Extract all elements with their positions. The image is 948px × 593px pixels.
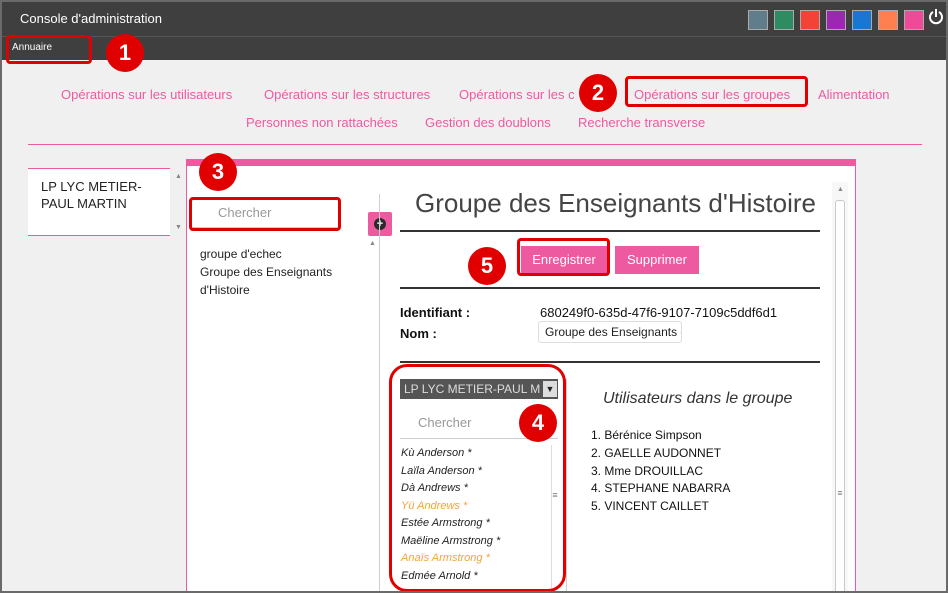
- theme-swatch-4[interactable]: [826, 10, 846, 30]
- members-list: 1. Bérénice Simpson 2. GAELLE AUDONNET 3. …: [591, 427, 730, 516]
- name-field[interactable]: Groupe des Enseignants d: [538, 321, 682, 343]
- member-item: 2. GAELLE AUDONNET: [591, 445, 722, 460]
- group-list: groupe d'echec Groupe des Enseignants d'…: [200, 245, 370, 299]
- scroll-down-icon[interactable]: ▼: [175, 224, 182, 231]
- step-number-4: 4: [519, 404, 557, 442]
- group-title: Groupe des Enseignants d'Histoire: [415, 188, 816, 218]
- nav-users[interactable]: Opérations sur les utilisateurs: [61, 87, 232, 102]
- theme-swatch-1[interactable]: [748, 10, 768, 30]
- structure-item[interactable]: LP LYC METIER-PAUL MARTIN: [41, 178, 161, 212]
- theme-swatch-5[interactable]: [852, 10, 872, 30]
- member-item: 5. VINCENT CAILLET: [591, 499, 709, 514]
- nav-classes[interactable]: Opérations sur les c: [459, 87, 575, 102]
- callout-box-3: [189, 197, 341, 231]
- step-number-1: 1: [106, 34, 144, 72]
- scroll-up-icon[interactable]: ▲: [175, 173, 182, 180]
- theme-swatch-6[interactable]: [878, 10, 898, 30]
- id-label: Identifiant :: [400, 305, 471, 320]
- callout-box-2: [625, 76, 808, 107]
- app-title: Console d'administration: [20, 11, 162, 26]
- nav-unattached[interactable]: Personnes non rattachées: [246, 115, 398, 130]
- step-number-2: 2: [579, 74, 617, 112]
- group-item-echec[interactable]: groupe d'echec: [200, 245, 370, 263]
- nav-transverse-search[interactable]: Recherche transverse: [578, 115, 705, 130]
- callout-box-5: [517, 238, 610, 276]
- nav-duplicates[interactable]: Gestion des doublons: [425, 115, 551, 130]
- member-item: 3. Mme DROUILLAC: [591, 463, 704, 478]
- scroll-up-icon[interactable]: ▲: [369, 240, 376, 247]
- delete-button[interactable]: Supprimer: [615, 246, 699, 274]
- nav-divider: [28, 144, 922, 145]
- name-label: Nom :: [400, 326, 437, 341]
- step-number-3: 3: [199, 153, 237, 191]
- callout-box-4: [389, 364, 566, 591]
- callout-box-1: [6, 35, 92, 64]
- column-divider: [566, 379, 567, 591]
- member-item: 4. STEPHANE NABARRA: [591, 481, 731, 496]
- divider: [400, 230, 820, 232]
- column-divider: [379, 194, 380, 591]
- plus-circle-icon: +: [374, 218, 386, 230]
- id-value: 680249f0-635d-47f6-9107-7109c5ddf6d1: [540, 305, 778, 320]
- main-scrollbar-thumb[interactable]: [835, 200, 845, 591]
- scroll-grip-icon: ≡: [837, 488, 843, 498]
- screenshot-frame: Console d'administration Annuaire Opérat…: [0, 0, 948, 593]
- divider: [400, 287, 820, 289]
- add-group-button[interactable]: +: [368, 212, 392, 236]
- scroll-up-icon[interactable]: ▲: [837, 186, 844, 193]
- nav-alimentation[interactable]: Alimentation: [818, 87, 890, 102]
- members-title: Utilisateurs dans le groupe: [603, 390, 793, 407]
- theme-swatch-2[interactable]: [774, 10, 794, 30]
- divider: [400, 361, 820, 363]
- theme-swatch-7[interactable]: [904, 10, 924, 30]
- step-number-5: 5: [468, 247, 506, 285]
- panel-top-border: [186, 159, 856, 166]
- theme-swatch-3[interactable]: [800, 10, 820, 30]
- top-bar: Console d'administration: [2, 2, 946, 36]
- group-item-histoire[interactable]: Groupe des Enseignants d'Histoire: [200, 263, 370, 299]
- member-item: 1. Bérénice Simpson: [591, 428, 702, 442]
- power-icon[interactable]: [928, 8, 946, 28]
- nav-structures[interactable]: Opérations sur les structures: [264, 87, 430, 102]
- structure-list: LP LYC METIER-PAUL MARTIN: [28, 168, 170, 236]
